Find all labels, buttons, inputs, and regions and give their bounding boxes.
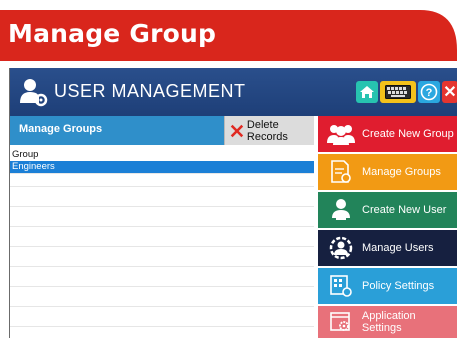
close-button[interactable]: ✕ xyxy=(442,81,457,103)
menu-label: Policy Settings xyxy=(362,280,435,292)
user-gear-logo-icon xyxy=(20,79,48,107)
delete-x-icon xyxy=(230,124,244,137)
empty-row xyxy=(10,174,314,187)
application-settings-button[interactable]: Application Settings xyxy=(318,306,457,338)
policy-settings-button[interactable]: Policy Settings xyxy=(318,268,457,304)
app-header: USER MANAGEMENT ? ✕ xyxy=(10,68,457,116)
panel-title: Manage Groups xyxy=(19,123,103,135)
menu-label: Application Settings xyxy=(361,310,416,334)
create-new-group-button[interactable]: Create New Group xyxy=(318,116,457,152)
add-user-icon xyxy=(326,197,356,223)
groups-table: Group Engineers xyxy=(10,145,314,338)
app-settings-icon xyxy=(326,309,356,335)
empty-row xyxy=(10,294,314,307)
keyboard-button[interactable] xyxy=(380,81,416,103)
title-banner: Manage Group xyxy=(0,10,457,61)
delete-records-label: Delete Records xyxy=(246,118,288,143)
close-icon: ✕ xyxy=(443,84,457,101)
empty-row xyxy=(10,194,314,207)
menu-label: Manage Users xyxy=(362,242,434,254)
column-header-group[interactable]: Group xyxy=(10,149,314,161)
policy-icon xyxy=(326,273,356,299)
delete-records-button[interactable]: Delete Records xyxy=(224,116,314,145)
keyboard-icon xyxy=(385,85,411,99)
help-icon: ? xyxy=(420,83,438,101)
empty-row xyxy=(10,314,314,327)
menu-label: Create New User xyxy=(362,204,447,216)
help-button[interactable]: ? xyxy=(418,81,440,103)
app-title: USER MANAGEMENT xyxy=(54,81,246,101)
user-gear-icon xyxy=(326,235,356,261)
side-menu: Create New Group Manage Groups Create Ne… xyxy=(318,116,457,338)
manage-groups-button[interactable]: Manage Groups xyxy=(318,154,457,190)
menu-label: Create New Group xyxy=(362,128,454,140)
manage-users-button[interactable]: Manage Users xyxy=(318,230,457,266)
table-row[interactable]: Engineers xyxy=(10,161,314,174)
app-window: USER MANAGEMENT ? ✕ Manage Groups Delete… xyxy=(9,68,457,338)
manage-groups-panel-header: Manage Groups Delete Records xyxy=(10,116,314,145)
empty-row xyxy=(10,214,314,227)
manage-groups-icon xyxy=(326,159,356,185)
menu-label: Manage Groups xyxy=(362,166,441,178)
empty-row xyxy=(10,254,314,267)
group-icon xyxy=(326,121,356,147)
page-title: Manage Group xyxy=(8,19,217,48)
empty-row xyxy=(10,234,314,247)
create-new-user-button[interactable]: Create New User xyxy=(318,192,457,228)
home-icon xyxy=(360,86,374,98)
svg-text:?: ? xyxy=(426,87,433,99)
empty-row xyxy=(10,274,314,287)
home-button[interactable] xyxy=(356,81,378,103)
